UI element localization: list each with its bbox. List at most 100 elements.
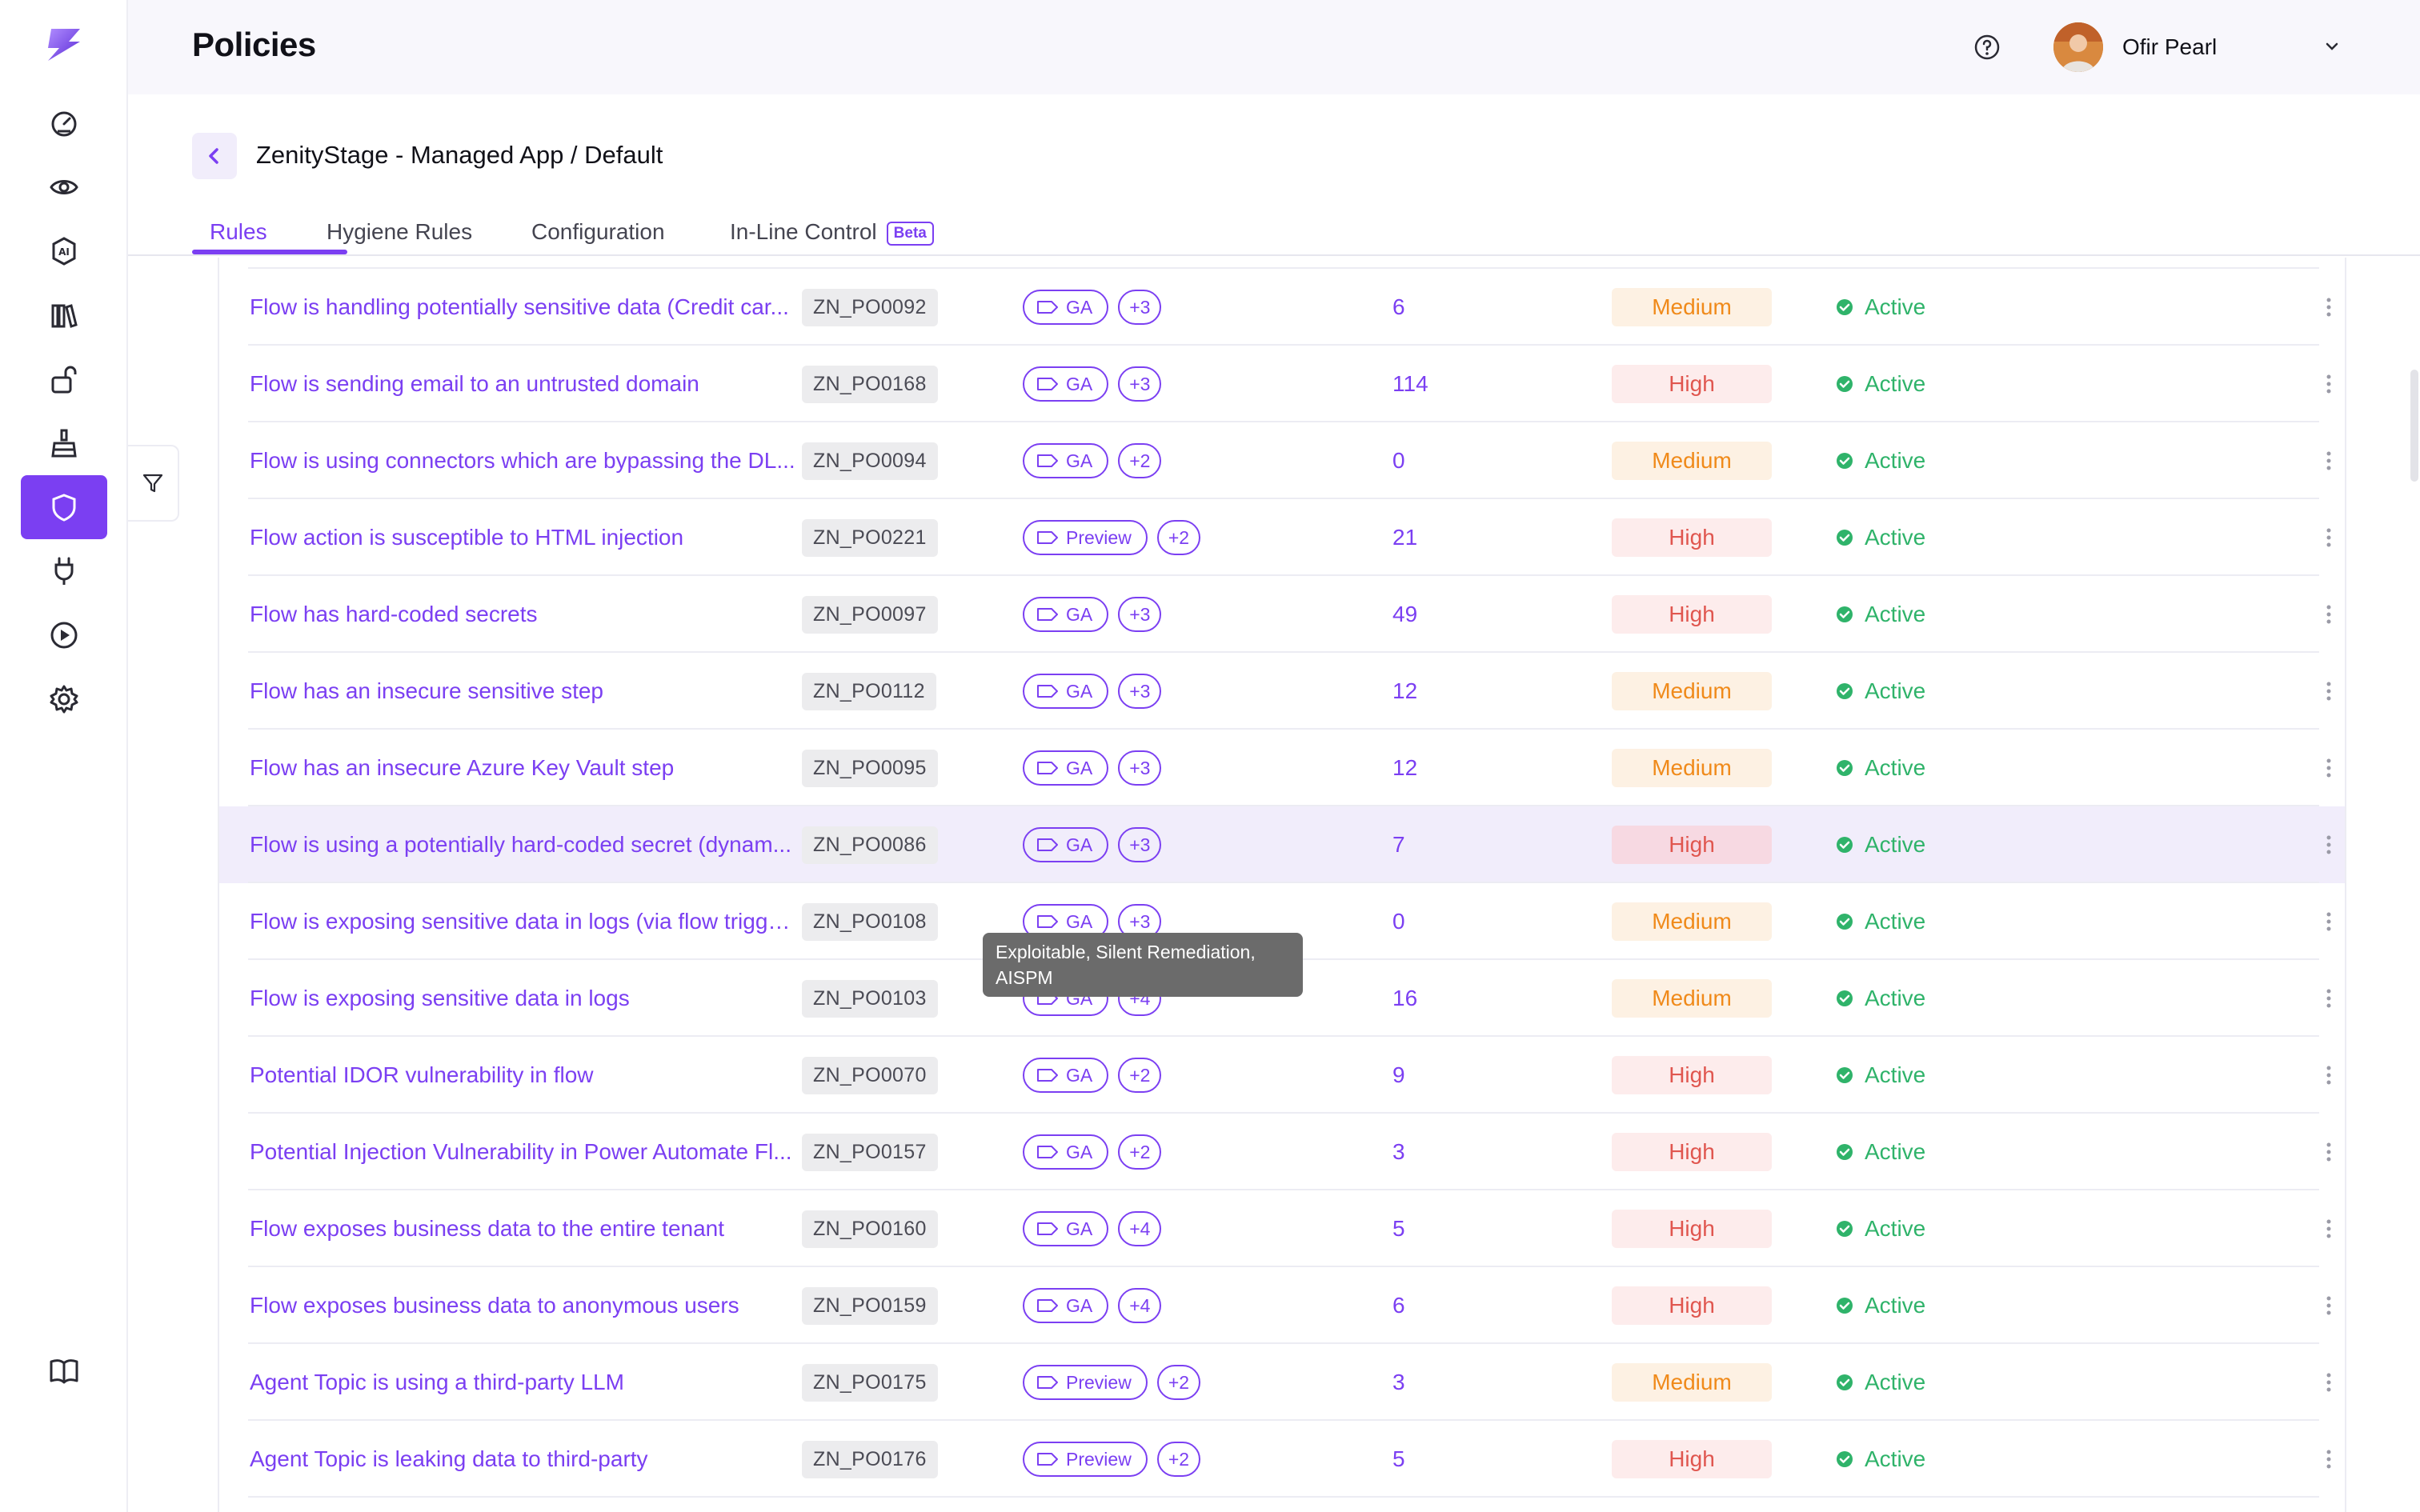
- back-button[interactable]: [192, 133, 237, 179]
- table-row[interactable]: Flow is using a potentially hard-coded s…: [219, 806, 2345, 883]
- row-actions-button[interactable]: [2326, 960, 2332, 1037]
- row-actions-button[interactable]: [2326, 269, 2332, 346]
- table-row[interactable]: Flow has an insecure Azure Key Vault ste…: [219, 730, 2345, 806]
- row-actions-button[interactable]: [2326, 1344, 2332, 1421]
- sidebar-item-playbooks[interactable]: [21, 603, 107, 667]
- rule-name-link[interactable]: Flow is handling potentially sensitive d…: [250, 269, 797, 346]
- table-row[interactable]: Flow is handling potentially sensitive d…: [219, 269, 2345, 346]
- more-tags-chip[interactable]: +3: [1118, 290, 1162, 325]
- rule-name-link[interactable]: Potential IDOR vulnerability in flow: [250, 1037, 797, 1114]
- more-tags-chip[interactable]: +2: [1156, 1365, 1201, 1400]
- violations-count[interactable]: 16: [1392, 960, 1417, 1037]
- rule-name-link[interactable]: Agent Topic is leaking data to third-par…: [250, 1421, 797, 1498]
- violations-count[interactable]: 114: [1392, 346, 1428, 422]
- violations-count[interactable]: 49: [1392, 576, 1417, 653]
- row-actions-button[interactable]: [2326, 346, 2332, 422]
- table-row[interactable]: Flow is sending email to an untrusted do…: [219, 346, 2345, 422]
- sidebar-item-policies[interactable]: [21, 475, 107, 539]
- stage-tag[interactable]: GA: [1023, 290, 1109, 325]
- row-actions-button[interactable]: [2326, 1114, 2332, 1190]
- rule-name-link[interactable]: Flow is using connectors which are bypas…: [250, 422, 797, 499]
- table-row[interactable]: Flow exposes business data to the entire…: [219, 1190, 2345, 1267]
- user-menu[interactable]: Ofir Pearl: [2053, 22, 2217, 72]
- more-tags-chip[interactable]: +2: [1118, 443, 1162, 478]
- violations-count[interactable]: 7: [1392, 806, 1405, 883]
- rule-name-link[interactable]: Flow exposes business data to the entire…: [250, 1190, 797, 1267]
- table-row[interactable]: Flow is using connectors which are bypas…: [219, 422, 2345, 499]
- table-row[interactable]: Flow is susceptible to SQL injectionZN_P…: [219, 258, 2345, 269]
- row-actions-button[interactable]: [2326, 422, 2332, 499]
- tab-configuration[interactable]: Configuration: [531, 219, 665, 256]
- stage-tag[interactable]: GA: [1023, 1058, 1109, 1093]
- row-actions-button[interactable]: [2326, 730, 2332, 806]
- row-actions-button[interactable]: [2326, 576, 2332, 653]
- help-icon[interactable]: [1973, 34, 2001, 61]
- violations-count[interactable]: 0: [1392, 883, 1405, 960]
- table-row[interactable]: Flow exposes business data to anonymous …: [219, 1267, 2345, 1344]
- stage-tag[interactable]: GA: [1023, 1211, 1109, 1246]
- more-tags-chip[interactable]: +3: [1118, 674, 1162, 709]
- violations-count[interactable]: 3: [1392, 1114, 1405, 1190]
- rule-name-link[interactable]: Flow exposes business data to anonymous …: [250, 1267, 797, 1344]
- rule-name-link[interactable]: Agent Topic is using a third-party LLM: [250, 1344, 797, 1421]
- tab-hygiene-rules[interactable]: Hygiene Rules: [327, 219, 472, 256]
- stage-tag[interactable]: GA: [1023, 1288, 1109, 1323]
- sidebar-item-docs[interactable]: [21, 1339, 107, 1403]
- sidebar-item-dashboard[interactable]: [21, 91, 107, 155]
- sidebar-item-cleanup[interactable]: [21, 411, 107, 475]
- row-actions-button[interactable]: [2326, 1267, 2332, 1344]
- chevron-down-icon[interactable]: [2321, 35, 2343, 58]
- table-row[interactable]: Flow has hard-coded secrets ZN_PO0097 GA +3…: [219, 576, 2345, 653]
- more-tags-chip[interactable]: +3: [1118, 597, 1162, 632]
- sidebar-item-settings[interactable]: [21, 667, 107, 731]
- more-tags-chip[interactable]: +2: [1118, 1134, 1162, 1170]
- violations-count[interactable]: 6: [1392, 1267, 1405, 1344]
- stage-tag[interactable]: GA: [1023, 827, 1109, 862]
- stage-tag[interactable]: GA: [1023, 674, 1109, 709]
- stage-tag[interactable]: Preview: [1023, 520, 1148, 555]
- more-tags-chip[interactable]: +3: [1118, 366, 1162, 402]
- rule-name-link[interactable]: Flow is sending email to an untrusted do…: [250, 346, 797, 422]
- table-row[interactable]: Agent Topic is using a third-party LLM ZN…: [219, 1344, 2345, 1421]
- row-actions-button[interactable]: [2326, 1421, 2332, 1498]
- row-actions-button[interactable]: [2326, 806, 2332, 883]
- row-actions-button[interactable]: [2326, 258, 2332, 269]
- more-tags-chip[interactable]: +3: [1118, 750, 1162, 786]
- stage-tag[interactable]: GA: [1023, 750, 1109, 786]
- more-tags-chip[interactable]: +4: [1118, 1288, 1162, 1323]
- violations-count[interactable]: 12: [1392, 730, 1417, 806]
- rule-name-link[interactable]: Flow is using a potentially hard-coded s…: [250, 806, 797, 883]
- table-row[interactable]: Agent Topic is leaking data to third-par…: [219, 1421, 2345, 1498]
- rule-name-link[interactable]: Flow is exposing sensitive data in logs: [250, 960, 797, 1037]
- rule-name-link[interactable]: Flow is exposing sensitive data in logs …: [250, 883, 797, 960]
- stage-tag[interactable]: Preview: [1023, 1442, 1148, 1477]
- more-tags-chip[interactable]: +2: [1118, 1058, 1162, 1093]
- rule-name-link[interactable]: Flow has an insecure sensitive step: [250, 653, 797, 730]
- more-tags-chip[interactable]: +2: [1156, 1442, 1201, 1477]
- tab-inline-control[interactable]: In-Line Control Beta: [730, 219, 934, 256]
- more-tags-chip[interactable]: +2: [1156, 520, 1201, 555]
- violations-count[interactable]: 5: [1392, 1190, 1405, 1267]
- stage-tag[interactable]: GA: [1023, 597, 1109, 632]
- rule-name-link[interactable]: Flow has an insecure Azure Key Vault ste…: [250, 730, 797, 806]
- zenity-logo[interactable]: [45, 26, 83, 64]
- table-row[interactable]: Potential Injection Vulnerability in Pow…: [219, 1114, 2345, 1190]
- row-actions-button[interactable]: [2326, 883, 2332, 960]
- stage-tag[interactable]: GA: [1023, 366, 1109, 402]
- row-actions-button[interactable]: [2326, 653, 2332, 730]
- row-actions-button[interactable]: [2326, 499, 2332, 576]
- more-tags-chip[interactable]: +4: [1118, 1211, 1162, 1246]
- rule-name-link[interactable]: Potential Injection Vulnerability in Pow…: [250, 1114, 797, 1190]
- sidebar-item-library[interactable]: [21, 283, 107, 347]
- stage-tag[interactable]: GA: [1023, 1134, 1109, 1170]
- row-actions-button[interactable]: [2326, 1190, 2332, 1267]
- rule-name-link[interactable]: Flow action is susceptible to HTML injec…: [250, 499, 797, 576]
- stage-tag[interactable]: Preview: [1023, 1365, 1148, 1400]
- violations-count[interactable]: 21: [1392, 499, 1417, 576]
- row-actions-button[interactable]: [2326, 1037, 2332, 1114]
- violations-count[interactable]: 6: [1392, 269, 1405, 346]
- violations-count[interactable]: 12: [1392, 653, 1417, 730]
- filter-button[interactable]: [128, 445, 179, 522]
- violations-count[interactable]: 3: [1392, 1344, 1405, 1421]
- violations-count[interactable]: 0: [1392, 422, 1405, 499]
